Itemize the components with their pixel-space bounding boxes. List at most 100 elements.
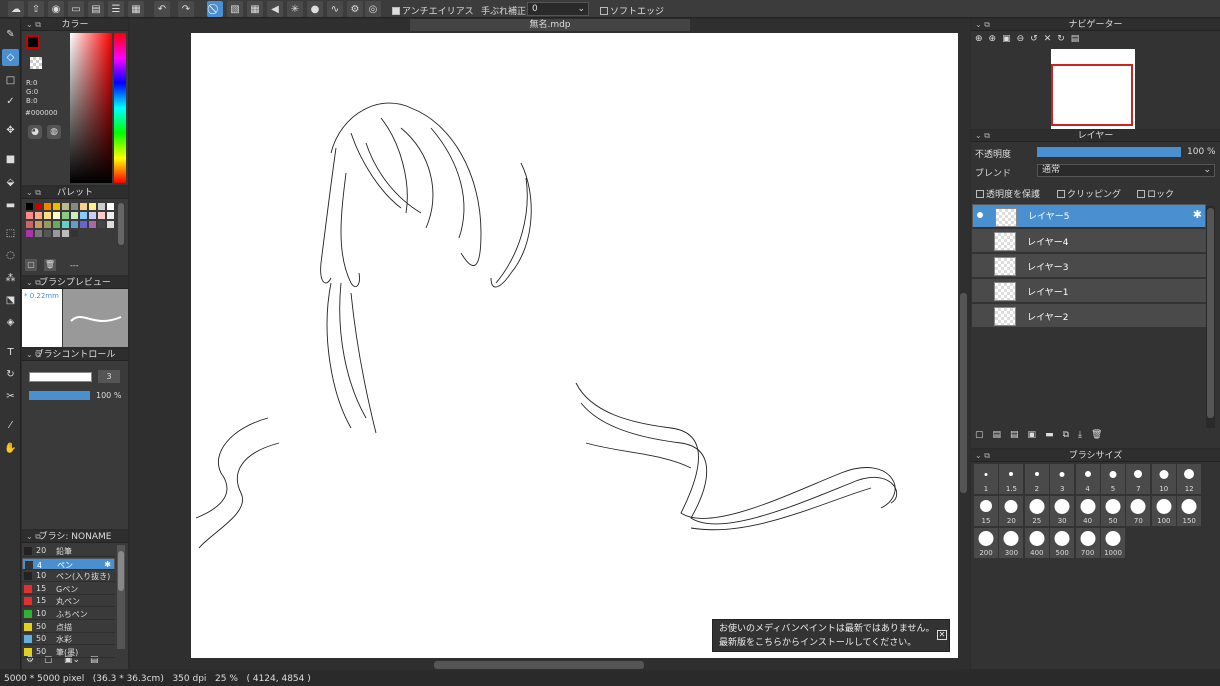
lock-checkbox[interactable]: ロック: [1137, 187, 1174, 200]
panel-toggle-icon[interactable]: ⌄ ⧉: [975, 19, 990, 31]
palette-swatch[interactable]: [71, 230, 78, 237]
navigator-settings-icon[interactable]: ▤: [1071, 34, 1086, 44]
snap-grid-icon[interactable]: ▦: [247, 1, 263, 17]
brush-size-cell[interactable]: 1000: [1101, 528, 1125, 558]
palette-swatch[interactable]: [89, 221, 96, 228]
palette-scrollbar[interactable]: [118, 203, 124, 245]
palette-swatch[interactable]: [62, 203, 69, 210]
palette-swatch[interactable]: [35, 221, 42, 228]
layer-row[interactable]: レイヤー2: [972, 304, 1206, 328]
saturation-brightness-picker[interactable]: [70, 33, 112, 183]
snap-parallel-icon[interactable]: ▧: [227, 1, 243, 17]
palette-swatch[interactable]: [71, 221, 78, 228]
brush-size-cell[interactable]: 10: [1151, 464, 1176, 494]
blend-mode-select[interactable]: 通常 ⌄: [1037, 164, 1215, 177]
brush-size-cell[interactable]: 30: [1050, 496, 1075, 526]
layer-row[interactable]: レイヤー3: [972, 254, 1206, 278]
drawing-canvas[interactable]: [191, 33, 958, 658]
delete-layer-icon[interactable]: 🗑: [1091, 430, 1111, 440]
merge-layer-icon[interactable]: ⤓: [1078, 430, 1091, 440]
panel-toggle-icon[interactable]: ⌄ ⧉: [26, 277, 41, 289]
palette-swatch[interactable]: [26, 230, 33, 237]
brush-size-cell[interactable]: 100: [1151, 496, 1176, 526]
layer-visibility-icon[interactable]: [976, 261, 982, 267]
delete-palette-icon[interactable]: 🗑: [44, 259, 56, 271]
color-wheel-icon[interactable]: ◕: [28, 125, 42, 139]
brush-size-cell[interactable]: 7: [1126, 464, 1151, 494]
magic-wand-icon[interactable]: ⁂: [2, 270, 19, 287]
palette-swatch[interactable]: [71, 212, 78, 219]
layer-visibility-icon[interactable]: [976, 236, 982, 242]
panel-toggle-icon[interactable]: ⌄ ⧉: [975, 450, 990, 462]
hand-tool-icon[interactable]: ✋: [2, 440, 19, 457]
palette-swatch[interactable]: [62, 221, 69, 228]
select-pen-icon[interactable]: ⬔: [2, 292, 19, 309]
brush-list-item[interactable]: 10 ペン(入り抜き): [22, 570, 115, 583]
foreground-color-swatch[interactable]: [26, 35, 40, 49]
panel-toggle-icon[interactable]: ⌄ ⧉: [26, 531, 41, 543]
undo-icon[interactable]: ↶: [154, 1, 170, 17]
navigator-viewport-frame[interactable]: [1051, 64, 1133, 126]
eyedropper-icon[interactable]: ⁄: [2, 417, 19, 434]
bucket-tool-icon[interactable]: ⬙: [2, 174, 19, 191]
brush-size-cell[interactable]: 50: [1101, 496, 1125, 526]
palette-swatch[interactable]: [26, 212, 33, 219]
snap-curve-icon[interactable]: ∿: [327, 1, 343, 17]
redo-icon[interactable]: ↷: [178, 1, 194, 17]
flip-icon[interactable]: ✕: [1044, 34, 1058, 44]
panel-toggle-icon[interactable]: ⌄ ⧉: [26, 19, 41, 31]
transparent-color-swatch[interactable]: [30, 57, 42, 69]
brush-size-cell[interactable]: 700: [1075, 528, 1100, 558]
palette-swatch[interactable]: [80, 203, 87, 210]
palette-swatch[interactable]: [35, 203, 42, 210]
brush-size-slider[interactable]: [29, 372, 92, 382]
grid-icon[interactable]: ▦: [128, 1, 144, 17]
palette-swatch[interactable]: [44, 212, 51, 219]
new-folder-icon[interactable]: ▬: [1045, 430, 1063, 440]
lasso-icon[interactable]: ◌: [2, 247, 19, 264]
brush-list-item[interactable]: 15 Gペン: [22, 583, 115, 595]
cloud-icon[interactable]: ☁: [8, 1, 24, 17]
new-1bit-layer-icon[interactable]: ▣: [1028, 430, 1046, 440]
brush-list-item[interactable]: 4 ペン ✱: [22, 557, 115, 570]
gradient-tool-icon[interactable]: ▬: [2, 197, 19, 214]
palette-swatch[interactable]: [107, 212, 114, 219]
palette-swatch[interactable]: [35, 212, 42, 219]
document-tab[interactable]: 無名.mdp: [410, 19, 690, 31]
brush-list-item[interactable]: 20 鉛筆: [22, 545, 115, 557]
antialias-checkbox[interactable]: アンチエイリアス: [392, 4, 474, 17]
zoom-actual-icon[interactable]: ▣: [1002, 34, 1017, 44]
brush-size-cell[interactable]: 300: [999, 528, 1024, 558]
brush-size-cell[interactable]: 200: [974, 528, 998, 558]
palette-swatch-grid[interactable]: [24, 201, 116, 251]
page-icon[interactable]: ▤: [88, 1, 104, 17]
palette-swatch[interactable]: [53, 212, 60, 219]
canvas-horizontal-scrollbar[interactable]: [191, 660, 958, 670]
brush-size-cell[interactable]: 70: [1126, 496, 1151, 526]
panel-toggle-icon[interactable]: ⌄ ⧉: [975, 130, 990, 142]
protect-alpha-checkbox[interactable]: 透明度を保護: [976, 187, 1040, 200]
palette-swatch[interactable]: [62, 230, 69, 237]
palette-swatch[interactable]: [62, 212, 69, 219]
brush-size-cell[interactable]: 5: [1101, 464, 1125, 494]
brush-size-cell[interactable]: 1: [974, 464, 998, 494]
new-palette-icon[interactable]: ▢: [25, 259, 37, 271]
brush-size-cell[interactable]: 40: [1075, 496, 1100, 526]
rotate-left-icon[interactable]: ↺: [1030, 34, 1044, 44]
soft-edge-checkbox[interactable]: ソフトエッジ: [600, 4, 664, 17]
snap-settings-icon[interactable]: ⚙: [347, 1, 363, 17]
new-8bit-layer-icon[interactable]: ▤: [1010, 430, 1028, 440]
select-eraser-icon[interactable]: ◈: [2, 314, 19, 331]
eraser-tool-icon[interactable]: ◇: [2, 49, 19, 66]
palette-swatch[interactable]: [53, 203, 60, 210]
layer-visibility-icon[interactable]: [976, 286, 982, 292]
select-rect-icon[interactable]: ⬚: [2, 225, 19, 242]
comment-icon[interactable]: ◉: [48, 1, 64, 17]
chat-icon[interactable]: ▭: [68, 1, 84, 17]
snap-radial-icon[interactable]: ✳: [287, 1, 303, 17]
color-settings-icon[interactable]: ◍: [47, 125, 61, 139]
zoom-out-icon[interactable]: ⊖: [1017, 34, 1031, 44]
frame-divider-icon[interactable]: ✂: [2, 388, 19, 405]
palette-swatch[interactable]: [80, 221, 87, 228]
brush-size-cell[interactable]: 150: [1177, 496, 1202, 526]
